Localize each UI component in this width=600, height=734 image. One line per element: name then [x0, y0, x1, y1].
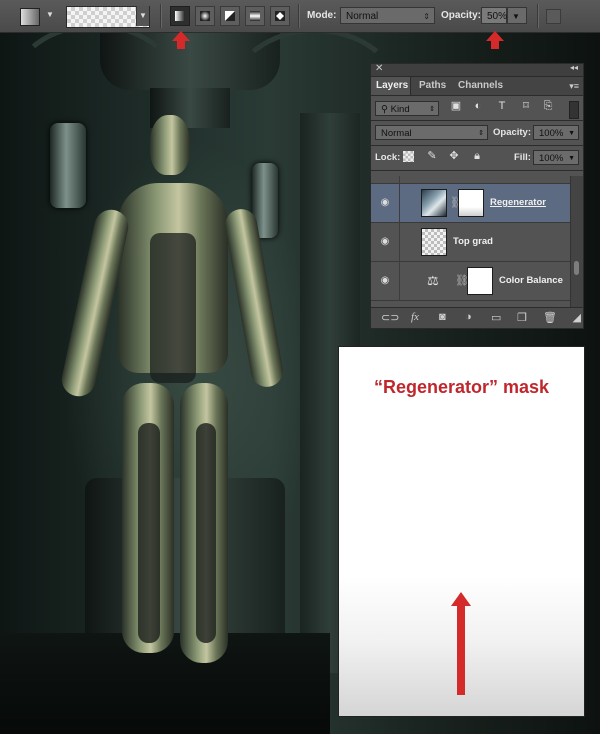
tab-paths[interactable]: Paths — [414, 77, 451, 95]
reflected-gradient-icon[interactable] — [245, 6, 265, 26]
scrollbar-thumb[interactable] — [574, 261, 579, 275]
fill-value: 100% — [539, 153, 564, 164]
layers-list: ◉ ⛓ Regenerator ◉ Top grad ◉ ⚖ ⛓ Color B… — [371, 176, 583, 309]
figure-head — [150, 115, 190, 175]
divider — [371, 170, 583, 171]
layer-mask-thumbnail[interactable] — [458, 189, 484, 217]
adjustment-filter-icon[interactable]: ◐ — [471, 100, 485, 113]
divider — [399, 223, 400, 262]
new-layer-icon[interactable]: ❐ — [517, 311, 527, 324]
layer-thumbnail — [421, 189, 447, 217]
blend-mode-select[interactable]: Normal ⇕ — [375, 125, 488, 140]
layer-mask-thumbnail[interactable] — [467, 267, 493, 295]
collapse-icon[interactable]: ◂◂ — [570, 63, 578, 72]
close-icon[interactable]: ✕ — [375, 63, 383, 74]
opacity-value: 50% — [487, 11, 508, 22]
chevron-down-icon[interactable]: ▼ — [46, 10, 54, 19]
chevron-updown-icon: ⇕ — [478, 130, 484, 137]
eye-icon[interactable]: ◉ — [379, 236, 391, 248]
resize-grip-icon[interactable]: ◢ — [573, 311, 581, 327]
figure-leg-armor — [196, 423, 216, 643]
brush-icon[interactable]: ✎ — [425, 150, 439, 163]
mode-select[interactable]: Normal ⇕ — [340, 7, 435, 24]
add-mask-icon[interactable]: ◙ — [439, 311, 446, 323]
angle-gradient-icon[interactable] — [220, 6, 240, 26]
filter-kind-value: Kind — [390, 104, 410, 115]
opacity-label: Opacity: — [493, 127, 532, 138]
mode-label: Mode: — [307, 10, 337, 21]
layer-opacity-input[interactable]: 100% ▼ — [533, 125, 579, 140]
folder-icon[interactable]: ▭ — [491, 311, 501, 324]
layer-name[interactable]: Regenerator — [490, 197, 546, 208]
figure-torso-panel — [150, 233, 196, 383]
chevron-updown-icon: ⇕ — [423, 12, 430, 21]
lock-icon[interactable]: 🔒︎ — [470, 150, 484, 163]
filter-row: ⚲ Kind ⇕ ▣ ◐ T ⌑ ⎘ — [371, 96, 583, 120]
lock-label: Lock: — [375, 152, 401, 163]
layer-row-color-balance[interactable]: ◉ ⚖ ⛓ Color Balance — [371, 262, 571, 301]
tab-layers[interactable]: Layers — [371, 77, 411, 95]
divider — [399, 176, 400, 184]
fill-label: Fill: — [514, 152, 531, 163]
toolbar-divider — [160, 4, 162, 28]
filter-toggle[interactable] — [569, 101, 579, 119]
layers-scrollbar[interactable] — [570, 176, 583, 311]
layer-name[interactable]: Color Balance — [499, 275, 563, 286]
layer-row-regenerator[interactable]: ◉ ⛓ Regenerator — [371, 184, 571, 223]
layer-partial[interactable] — [371, 176, 571, 184]
chevron-down-icon: ▼ — [568, 130, 575, 137]
search-icon: ⚲ — [381, 104, 391, 115]
lock-transparent-icon[interactable] — [403, 151, 414, 162]
dither-checkbox[interactable] — [546, 9, 561, 24]
opacity-label: Opacity: — [441, 10, 482, 21]
layer-opacity-value: 100% — [539, 128, 564, 139]
lock-row: Lock: ✎ ✥ 🔒︎ Fill: 100% ▼ — [371, 146, 583, 170]
layers-panel: ✕ ◂◂ Layers Paths Channels ▾≡ ⚲ Kind ⇕ ▣… — [370, 63, 584, 329]
filter-kind-select[interactable]: ⚲ Kind ⇕ — [375, 101, 439, 116]
chevron-down-icon: ▼ — [568, 155, 575, 162]
toolbar-divider — [537, 4, 539, 28]
balance-scale-icon: ⚖ — [427, 273, 439, 288]
eye-icon[interactable]: ◉ — [379, 275, 391, 287]
toolbar-divider — [298, 4, 300, 28]
layer-thumbnail — [421, 228, 447, 256]
fx-icon[interactable]: fx — [411, 311, 419, 323]
panel-titlebar: ✕ ◂◂ — [371, 63, 583, 77]
panel-menu-icon[interactable]: ▾≡ — [569, 81, 579, 92]
tool-preset-picker[interactable] — [20, 8, 40, 26]
layer-row-top-grad[interactable]: ◉ Top grad — [371, 223, 571, 262]
panel-footer: ⊂⊃ fx ◙ ◑ ▭ ❐ 🗑︎ ◢ — [371, 307, 583, 328]
panel-tabs: Layers Paths Channels ▾≡ — [371, 77, 583, 96]
mask-preview: “Regenerator” mask — [339, 347, 584, 716]
diamond-gradient-icon[interactable] — [270, 6, 290, 26]
trash-icon[interactable]: 🗑︎ — [543, 311, 557, 324]
image-filter-icon[interactable]: ▣ — [449, 100, 463, 113]
mask-title: “Regenerator” mask — [373, 377, 550, 397]
linear-gradient-icon[interactable] — [170, 6, 190, 26]
figure-leg-armor — [138, 423, 160, 643]
divider — [399, 262, 400, 301]
mode-value: Normal — [346, 11, 379, 22]
blend-mode-value: Normal — [381, 128, 412, 139]
move-icon[interactable]: ✥ — [447, 150, 461, 163]
radial-gradient-icon[interactable] — [195, 6, 215, 26]
layer-name[interactable]: Top grad — [453, 236, 493, 247]
left-canister — [50, 123, 86, 208]
link-icon[interactable]: ⊂⊃ — [381, 311, 399, 324]
smart-object-filter-icon[interactable]: ⎘ — [541, 100, 555, 113]
tab-channels[interactable]: Channels — [453, 77, 508, 95]
type-filter-icon[interactable]: T — [495, 100, 509, 113]
options-toolbar: ▼ ▼ Mode: Normal ⇕ Opacity: 50% ▼ — [0, 0, 600, 33]
chevron-updown-icon: ⇕ — [429, 106, 435, 113]
gradient-dropdown-button[interactable]: ▼ — [136, 6, 149, 26]
opacity-dropdown-button[interactable]: ▼ — [507, 7, 527, 24]
adjustment-icon[interactable]: ◑ — [465, 311, 472, 323]
shape-filter-icon[interactable]: ⌑ — [519, 100, 533, 113]
opacity-input[interactable]: 50% — [481, 7, 507, 24]
fill-input[interactable]: 100% ▼ — [533, 150, 579, 165]
divider — [399, 184, 400, 223]
eye-icon[interactable]: ◉ — [379, 197, 391, 209]
chevron-down-icon: ▼ — [512, 12, 520, 21]
blend-row: Normal ⇕ Opacity: 100% ▼ — [371, 121, 583, 145]
